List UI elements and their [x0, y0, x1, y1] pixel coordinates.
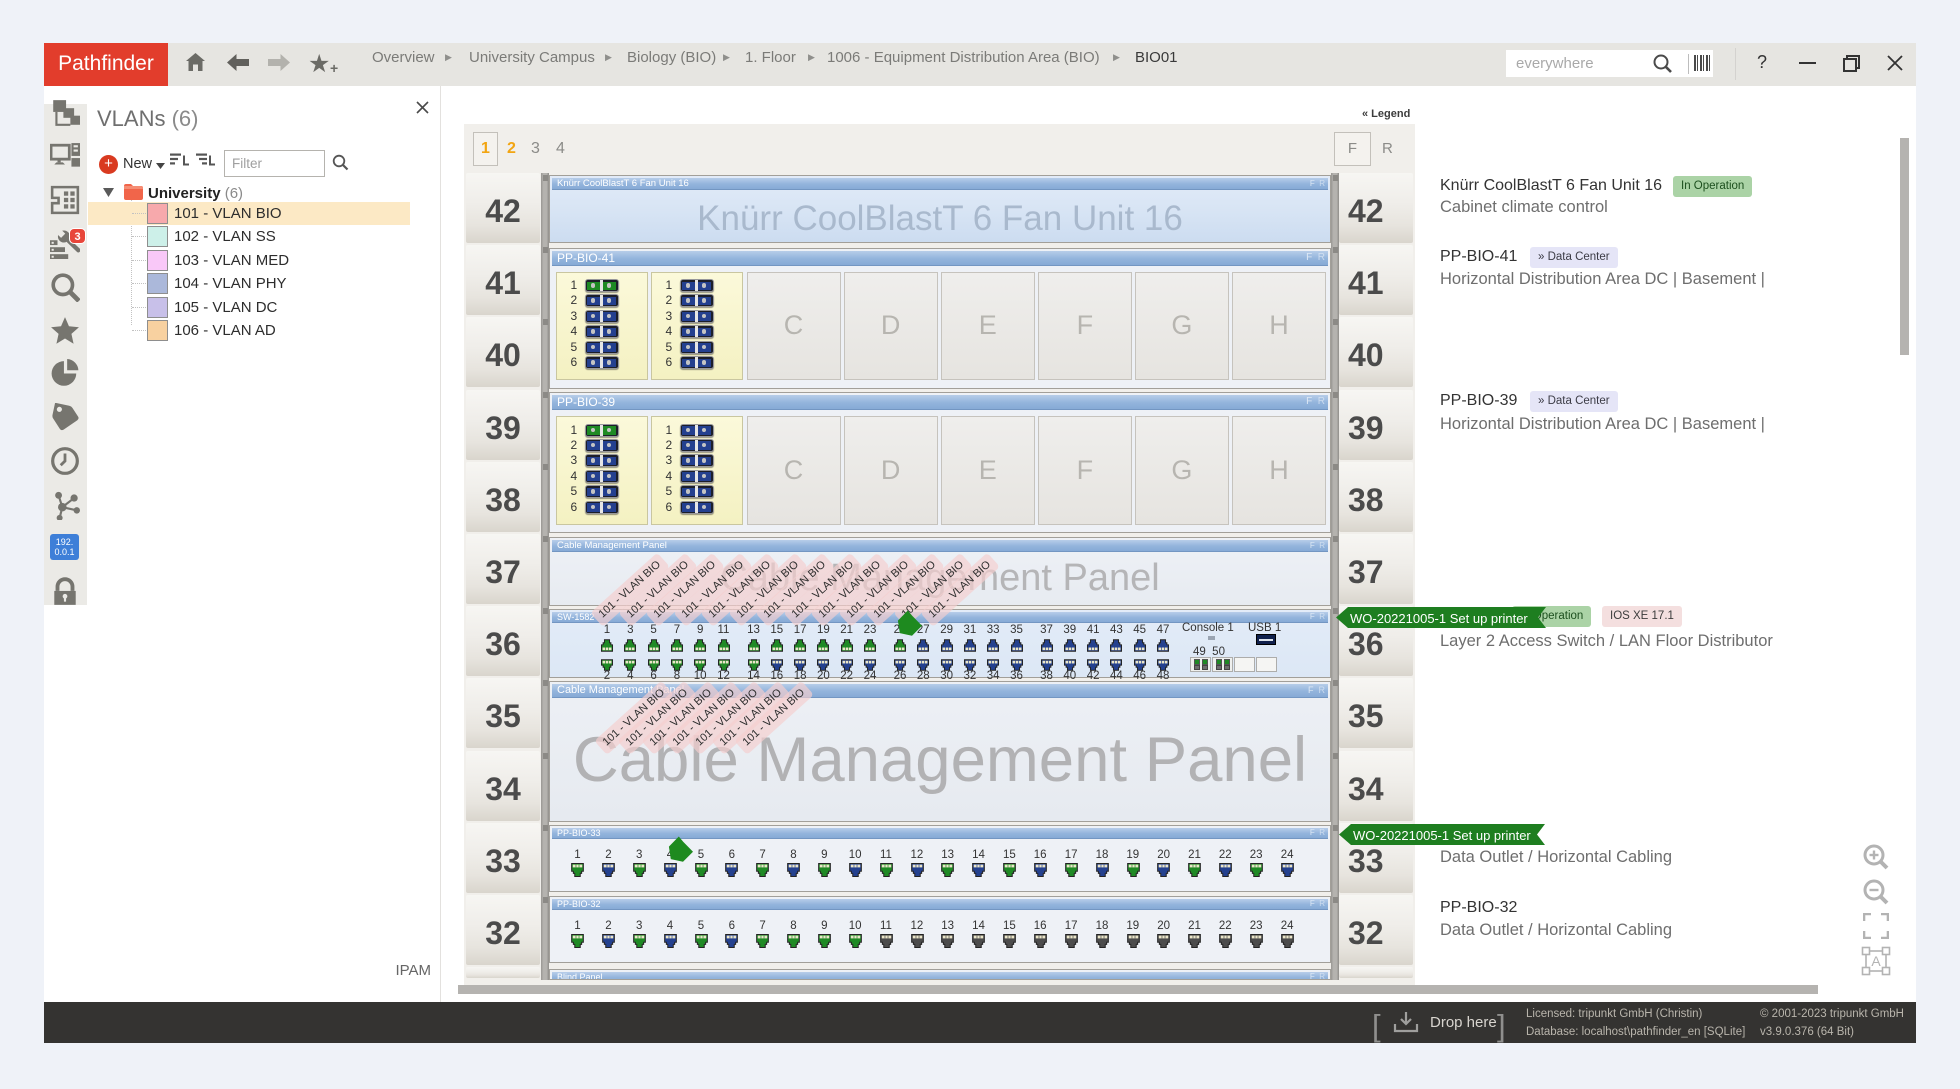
- svg-text:A: A: [1871, 953, 1881, 969]
